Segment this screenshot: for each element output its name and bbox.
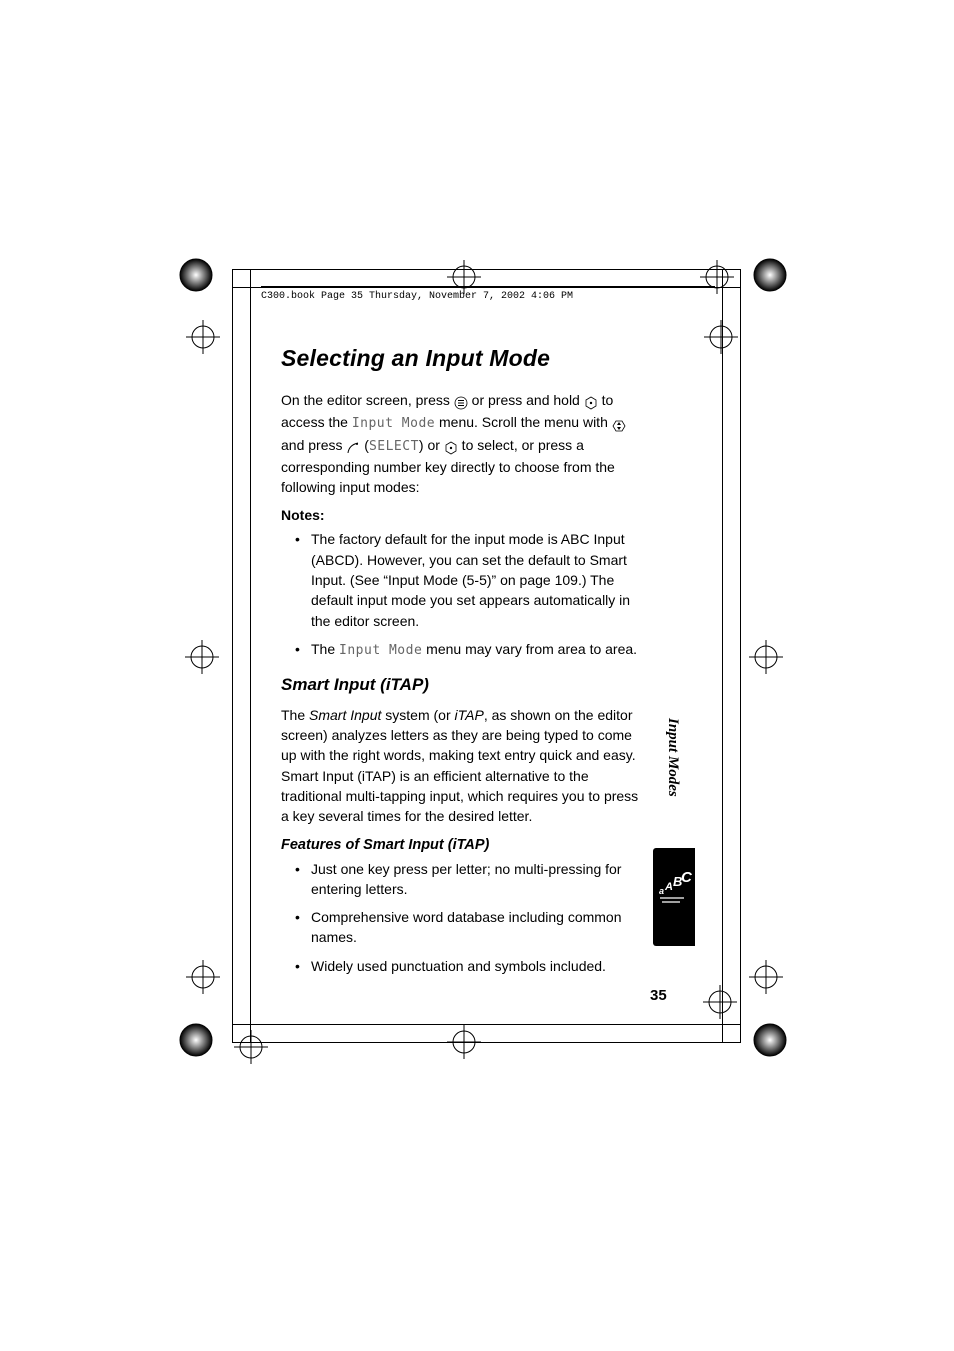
svg-text:a: a: [659, 886, 664, 896]
crosshair-icon: [185, 640, 219, 674]
features-list: Just one key press per letter; no multi-…: [281, 859, 641, 976]
ok-key-icon: [444, 437, 458, 457]
list-item: Widely used punctuation and symbols incl…: [311, 956, 641, 976]
crosshair-icon: [186, 320, 220, 354]
notes-heading: Notes:: [281, 507, 641, 523]
crop-line: [740, 269, 741, 1042]
list-item: Comprehensive word database including co…: [311, 907, 641, 948]
regmark-icon: [752, 1022, 788, 1058]
left-softkey-icon: [346, 437, 360, 457]
notes-list: The factory default for the input mode i…: [281, 529, 641, 660]
input-mode-label: Input Mode: [339, 643, 422, 658]
features-heading: Features of Smart Input (iTAP): [281, 837, 641, 853]
intro-text: and press: [281, 437, 346, 453]
intro-text: menu. Scroll the menu with: [435, 414, 612, 430]
select-label: SELECT: [369, 439, 419, 454]
crop-line: [250, 269, 251, 1042]
crosshair-icon: [749, 640, 783, 674]
smart-input-heading: Smart Input (iTAP): [281, 675, 641, 695]
page-root: C300.book Page 35 Thursday, November 7, …: [0, 0, 954, 1351]
crop-line: [232, 1024, 741, 1025]
crop-line: [232, 1042, 741, 1043]
smart-input-paragraph: The Smart Input system (or iTAP, as show…: [281, 705, 641, 827]
nav-key-icon: [612, 414, 626, 434]
intro-text: On the editor screen, press: [281, 392, 454, 408]
page-title: Selecting an Input Mode: [281, 345, 641, 372]
smart-text: system (or: [381, 707, 454, 723]
crop-line: [232, 269, 741, 270]
content-column: Selecting an Input Mode On the editor sc…: [281, 345, 641, 984]
running-head: C300.book Page 35 Thursday, November 7, …: [261, 291, 573, 302]
intro-paragraph: On the editor screen, press or press and…: [281, 390, 641, 497]
crosshair-icon: [186, 960, 220, 994]
intro-text: or press and hold: [468, 392, 584, 408]
regmark-icon: [178, 257, 214, 293]
crosshair-icon: [749, 960, 783, 994]
abc-tab-icon: a A B C: [656, 872, 692, 913]
crosshair-icon: [447, 260, 481, 294]
regmark-icon: [752, 257, 788, 293]
header-rule: [261, 286, 715, 287]
note-text: The: [311, 641, 339, 657]
list-item: The Input Mode menu may vary from area t…: [311, 639, 641, 661]
itap-term: iTAP: [455, 707, 484, 723]
list-item: Just one key press per letter; no multi-…: [311, 859, 641, 900]
crosshair-icon: [703, 985, 737, 1019]
smart-text: , as shown on the editor screen) analyze…: [281, 707, 638, 824]
smart-input-term: Smart Input: [309, 707, 381, 723]
crosshair-icon: [700, 260, 734, 294]
page-number: 35: [650, 987, 667, 1004]
input-mode-label: Input Mode: [352, 416, 435, 431]
svg-text:C: C: [681, 872, 692, 886]
intro-text: ) or: [419, 437, 444, 453]
crosshair-icon: [704, 320, 738, 354]
svg-text:A: A: [664, 881, 673, 893]
open-paren: (: [360, 437, 369, 453]
crop-line: [232, 269, 233, 1042]
crop-line: [722, 269, 723, 1042]
regmark-icon: [178, 1022, 214, 1058]
menu-key-icon: [454, 392, 468, 412]
crosshair-icon: [234, 1030, 268, 1064]
smart-text: The: [281, 707, 309, 723]
ok-key-icon: [584, 392, 598, 412]
note-text: menu may vary from area to area.: [422, 641, 637, 657]
section-tab-label: Input Modes: [664, 718, 681, 797]
crop-line: [232, 287, 741, 288]
list-item: The factory default for the input mode i…: [311, 529, 641, 630]
